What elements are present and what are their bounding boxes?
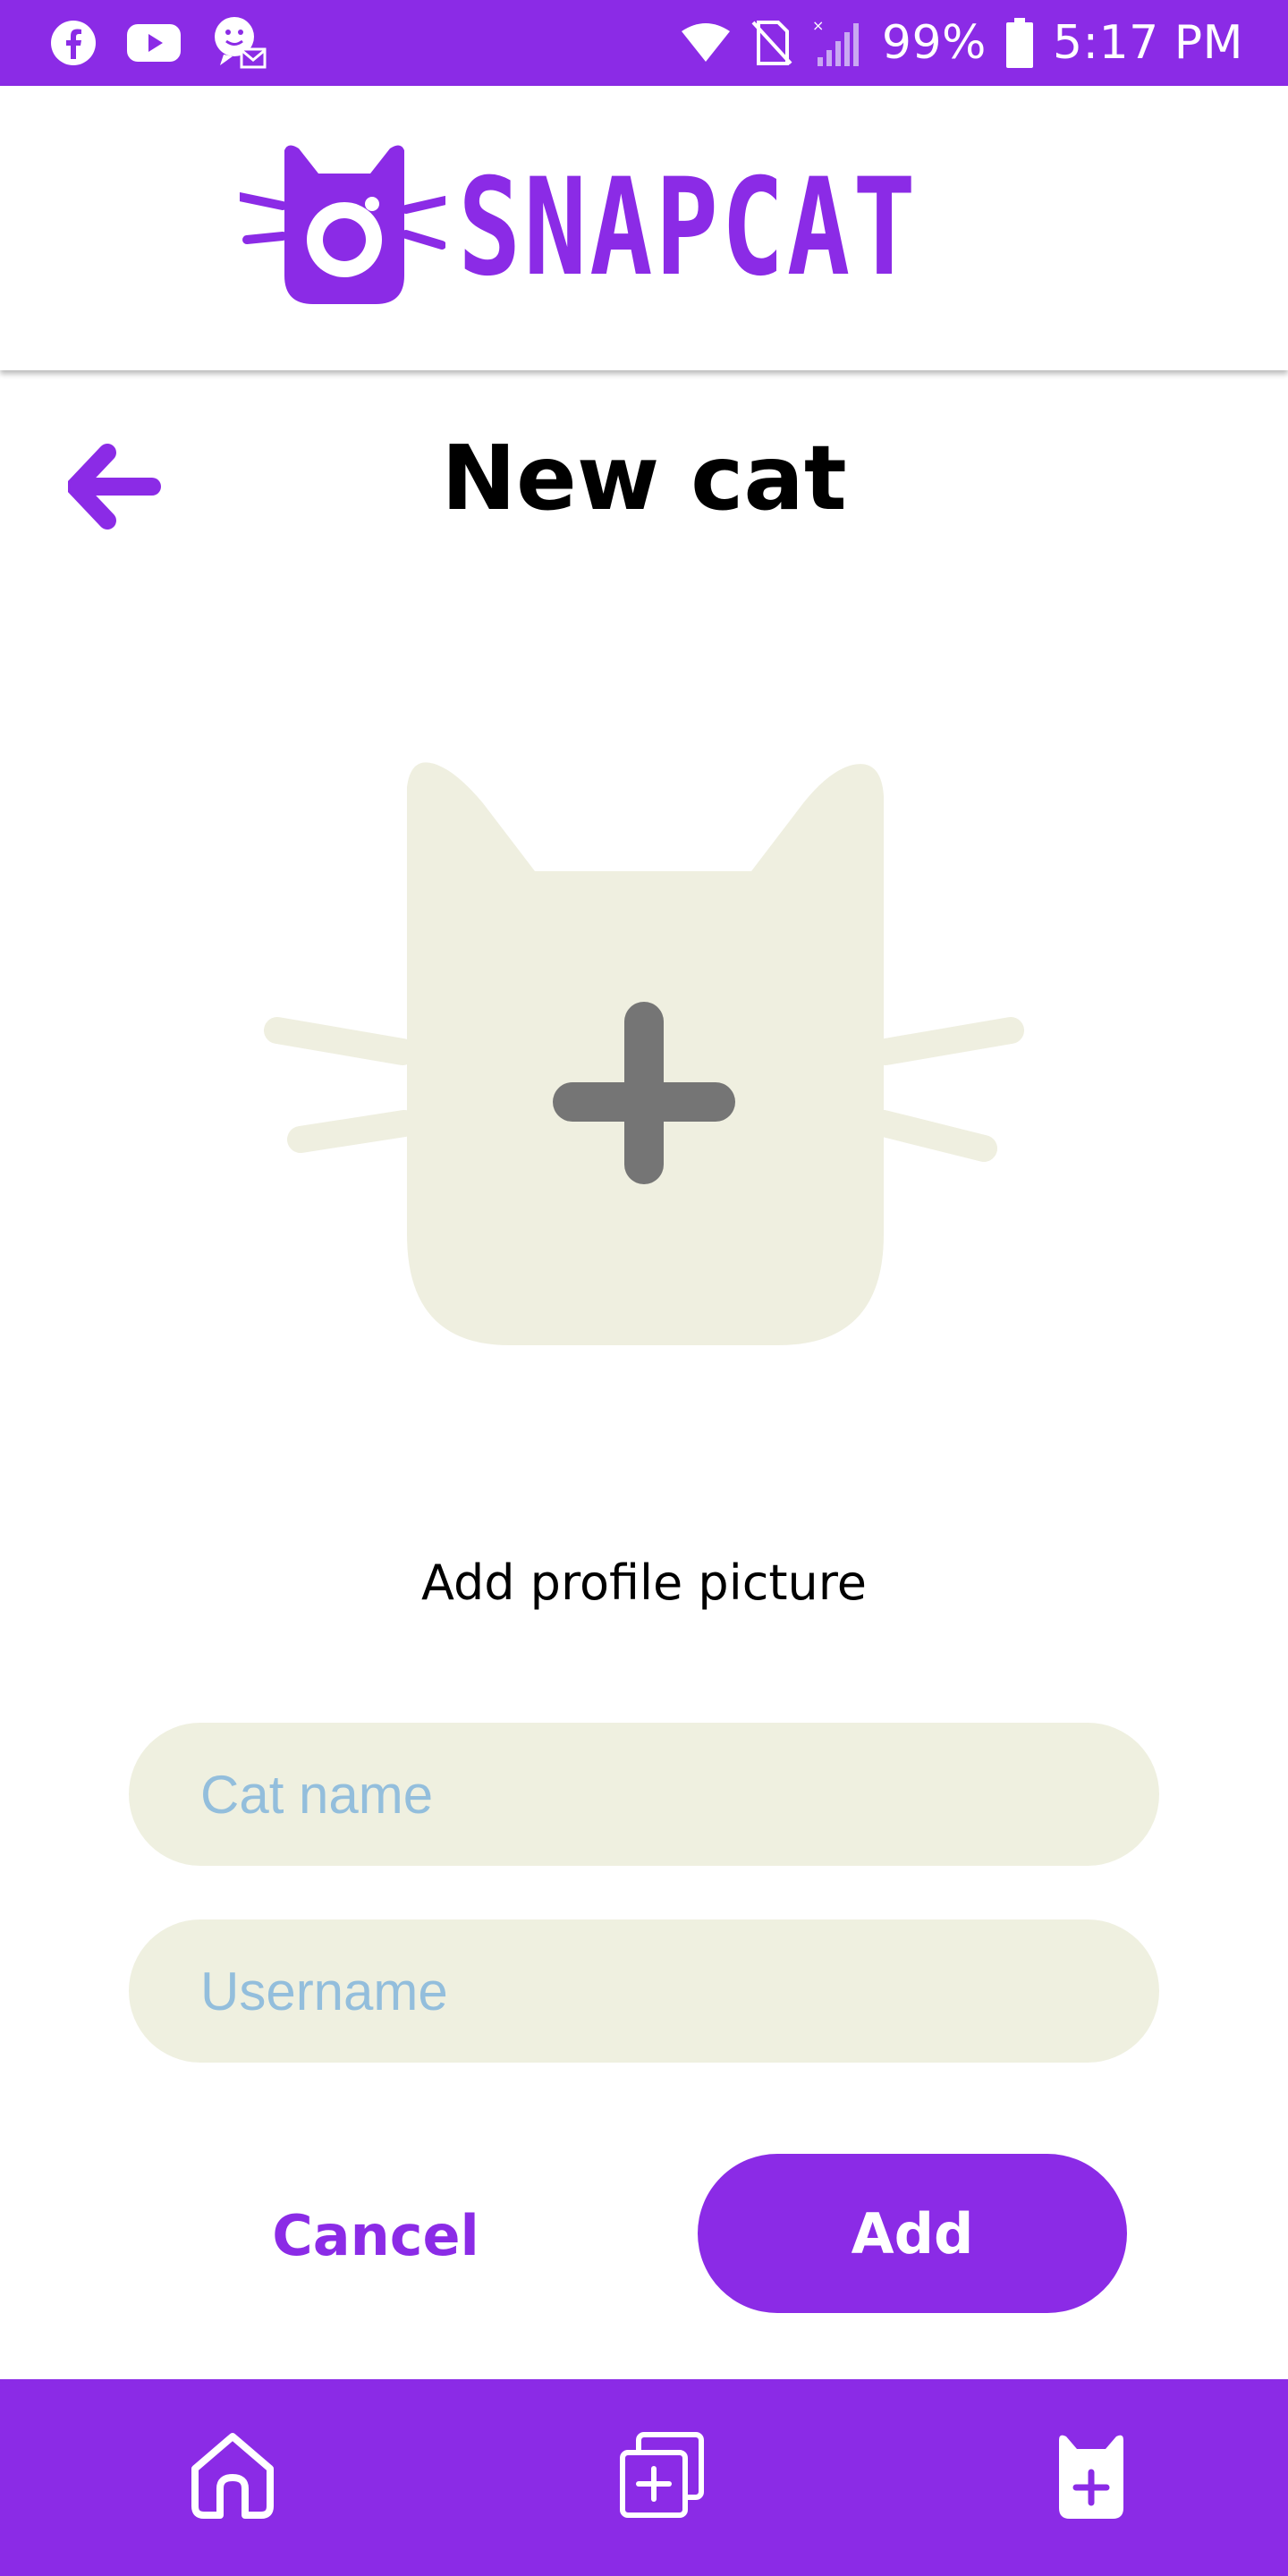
battery-icon [1005, 18, 1033, 68]
app-logo: SNAPCAT [234, 141, 1048, 316]
chat-mail-icon [211, 15, 267, 71]
battery-percent: 99% [881, 16, 987, 70]
wifi-icon [680, 22, 732, 64]
youtube-icon [127, 22, 181, 64]
status-bar: × 99% 5:17 PM [0, 0, 1288, 86]
page-title: New cat [441, 426, 847, 530]
signal-icon: × [812, 18, 862, 68]
profile-picture-picker[interactable] [259, 751, 1029, 1360]
svg-text:×: × [812, 18, 824, 34]
username-input[interactable] [129, 1919, 1159, 2063]
nav-home[interactable] [179, 2424, 286, 2531]
status-time: 5:17 PM [1052, 16, 1243, 70]
cat-name-input[interactable] [129, 1723, 1159, 1866]
add-button[interactable]: Add [698, 2154, 1127, 2313]
facebook-icon [50, 20, 97, 66]
cat-camera-icon [234, 141, 450, 316]
no-sim-icon [751, 21, 792, 65]
app-header: SNAPCAT [0, 86, 1288, 370]
nav-new-cat[interactable] [1038, 2424, 1145, 2531]
home-icon [186, 2429, 279, 2527]
cancel-button[interactable]: Cancel [197, 2156, 555, 2315]
add-cat-icon [1055, 2431, 1127, 2525]
cat-add-icon [259, 762, 1029, 1363]
logo-wordmark: SNAPCAT [457, 150, 919, 306]
bottom-nav [0, 2379, 1288, 2576]
status-notifications [50, 15, 297, 71]
status-system: × 99% 5:17 PM [660, 16, 1243, 70]
nav-new-post[interactable] [608, 2424, 716, 2531]
add-photo-icon [617, 2431, 707, 2525]
add-profile-picture-label: Add profile picture [420, 1555, 868, 1611]
